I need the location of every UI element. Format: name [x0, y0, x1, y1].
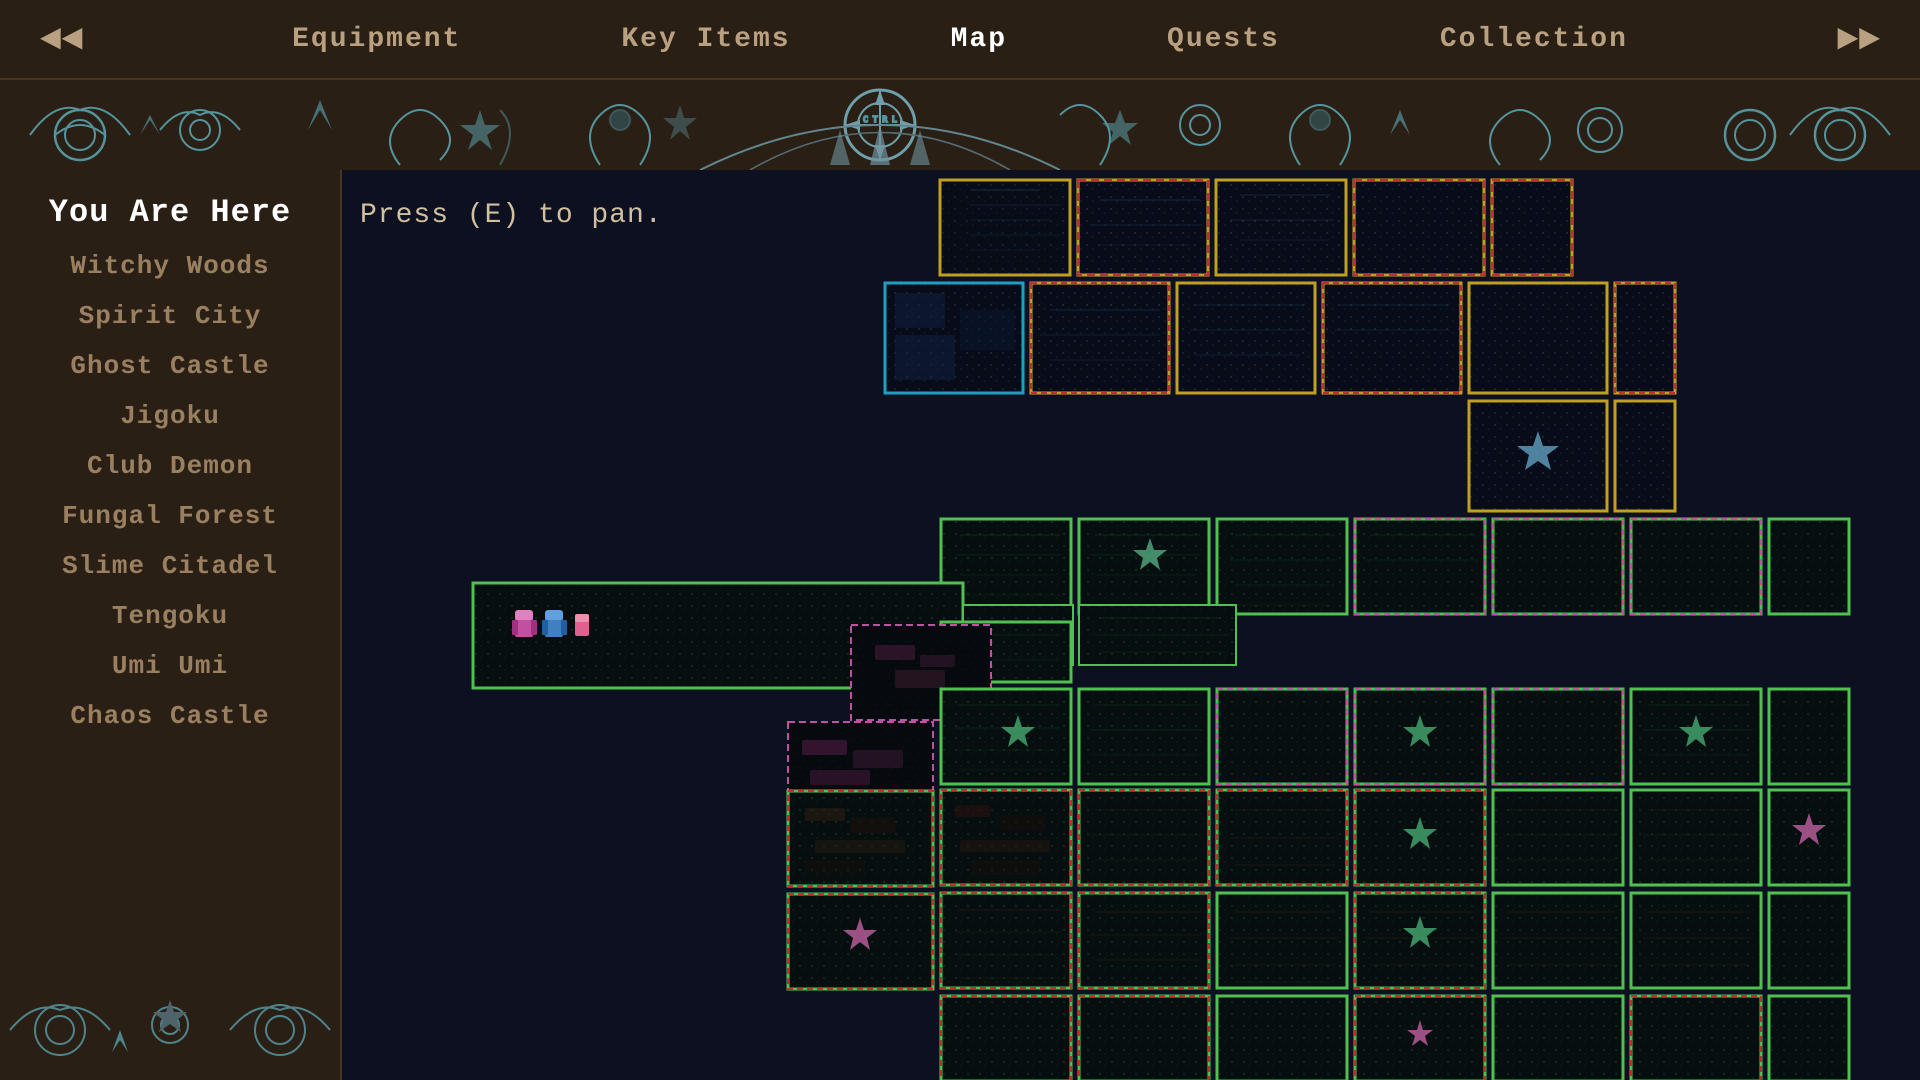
nav-item-key-items[interactable]: Key Items — [541, 24, 870, 55]
sidebar-location-3[interactable]: Jigoku — [0, 397, 340, 435]
nav-item-equipment[interactable]: Equipment — [212, 24, 541, 55]
sidebar-location-6[interactable]: Slime Citadel — [0, 547, 340, 585]
game-screen: ◄◄ Equipment Key Items Map Quests Collec… — [0, 0, 1920, 1080]
nav-arrow-right[interactable]: ►► — [1827, 19, 1890, 60]
sidebar-location-1[interactable]: Spirit City — [0, 297, 340, 335]
nav-arrow-left[interactable]: ◄◄ — [30, 19, 93, 60]
sidebar-location-current[interactable]: You Are Here — [0, 190, 340, 235]
map-hint: Press (E) to pan. — [360, 200, 663, 231]
sidebar: You Are Here Witchy Woods Spirit City Gh… — [0, 170, 340, 1080]
nav-items: Equipment Key Items Map Quests Collectio… — [93, 24, 1827, 55]
sidebar-location-0[interactable]: Witchy Woods — [0, 247, 340, 285]
sidebar-divider — [340, 170, 342, 1080]
sidebar-location-7[interactable]: Tengoku — [0, 597, 340, 635]
sidebar-location-2[interactable]: Ghost Castle — [0, 347, 340, 385]
nav-item-map[interactable]: Map — [871, 24, 1087, 55]
decorative-border: C T R L — [0, 80, 1920, 170]
map-rooms-container — [340, 170, 1920, 1080]
nav-item-collection[interactable]: Collection — [1360, 24, 1708, 55]
nav-item-quests[interactable]: Quests — [1087, 24, 1360, 55]
sidebar-location-5[interactable]: Fungal Forest — [0, 497, 340, 535]
top-navigation: ◄◄ Equipment Key Items Map Quests Collec… — [0, 0, 1920, 80]
map-area[interactable]: Press (E) to pan. — [340, 170, 1920, 1080]
sidebar-location-9[interactable]: Chaos Castle — [0, 697, 340, 735]
svg-text:C T R L: C T R L — [863, 115, 897, 124]
sidebar-location-4[interactable]: Club Demon — [0, 447, 340, 485]
sidebar-location-8[interactable]: Umi Umi — [0, 647, 340, 685]
